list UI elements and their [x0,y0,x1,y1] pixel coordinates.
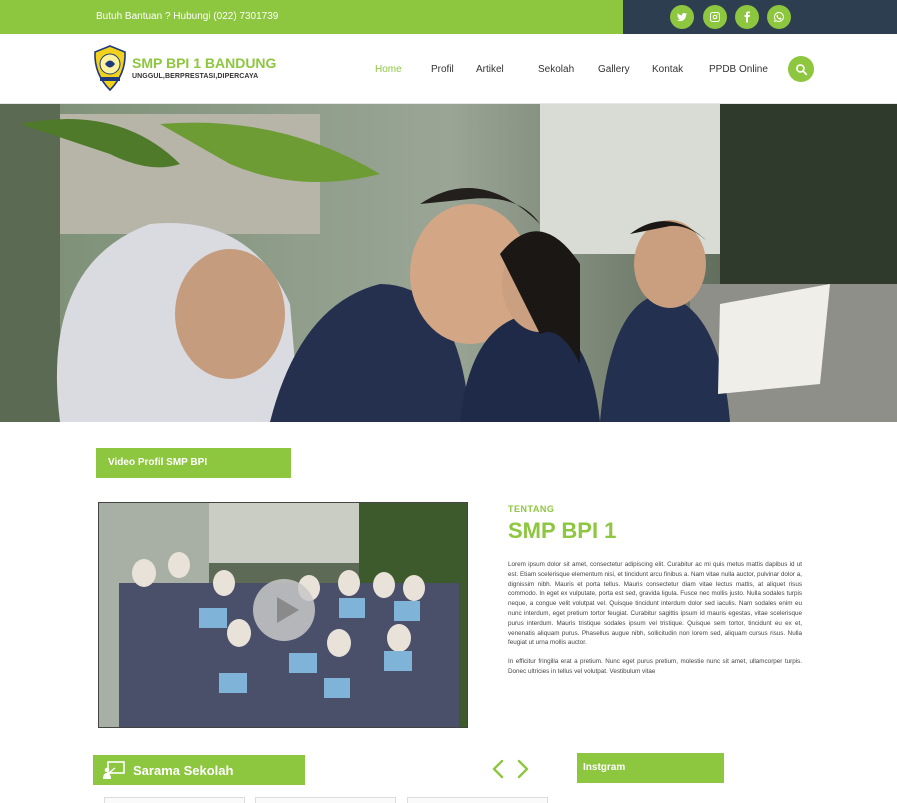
nav-kontak[interactable]: Kontak [652,64,683,75]
play-icon [277,597,299,623]
carousel-next-arrow-icon[interactable] [516,759,530,779]
top-bar: Butuh Bantuan ? Hubungi (022) 7301739 [0,0,897,34]
nav-ppdb-online[interactable]: PPDB Online [709,64,768,75]
carousel-prev-arrow-icon[interactable] [491,759,505,779]
search-button[interactable] [788,56,814,82]
help-contact-text: Butuh Bantuan ? Hubungi (022) 7301739 [96,11,279,22]
facilities-heading: Sarama Sekolah [133,763,234,778]
instagram-heading-bar: Instgram [577,753,724,783]
facility-card[interactable] [407,797,548,803]
nav-home[interactable]: Home [375,64,402,75]
whatsapp-icon[interactable] [767,5,791,29]
play-button[interactable] [253,579,315,641]
brand-tagline: UNGGUL,BERPRESTASI,DIPERCAYA [132,73,259,80]
about-kicker: TENTANG [508,504,555,514]
nav-sekolah[interactable]: Sekolah [538,64,574,75]
site-header: SMP BPI 1 BANDUNG UNGGUL,BERPRESTASI,DIP… [0,34,897,104]
profile-video-player[interactable] [98,502,468,728]
facebook-icon[interactable] [735,5,759,29]
video-profile-heading-bar: Video Profil SMP BPI [96,448,291,478]
about-body: Lorem ipsum dolor sit amet, consectetur … [508,560,802,686]
hero-banner-photo [0,104,897,422]
presentation-icon [103,761,125,779]
instagram-icon[interactable] [703,5,727,29]
brand-name[interactable]: SMP BPI 1 BANDUNG [132,55,276,71]
school-logo[interactable] [92,44,128,92]
instagram-heading: Instgram [583,762,626,773]
video-profile-heading: Video Profil SMP BPI [108,457,208,468]
nav-artikel[interactable]: Artikel [476,64,504,75]
nav-profil[interactable]: Profil [431,64,454,75]
facility-card[interactable] [104,797,245,803]
twitter-icon[interactable] [670,5,694,29]
about-paragraph: Lorem ipsum dolor sit amet, consectetur … [508,561,802,647]
top-bar-social-area [623,0,897,34]
about-paragraph: In efficitur fringilla erat a pretium. N… [508,658,802,675]
nav-gallery[interactable]: Gallery [598,64,630,75]
search-icon [795,63,807,75]
facility-card[interactable] [255,797,396,803]
facilities-heading-bar: Sarama Sekolah [93,755,305,785]
top-bar-contact-area: Butuh Bantuan ? Hubungi (022) 7301739 [0,0,623,34]
about-title: SMP BPI 1 [508,518,617,543]
